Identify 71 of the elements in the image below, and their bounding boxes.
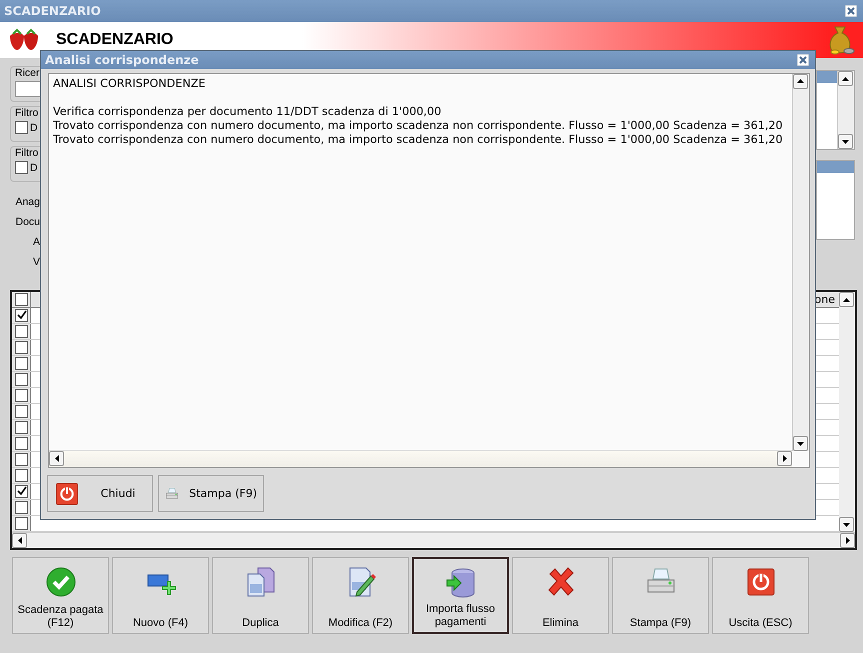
caret-left-icon [18,537,22,544]
toolbar-button[interactable]: Modifica (F2) [312,557,409,634]
checkbox[interactable] [15,161,28,174]
caret-left-icon [54,455,58,462]
report-heading: ANALISI CORRISPONDENZE [53,76,206,91]
database-arrow-icon [444,567,476,599]
toolbar-button[interactable]: Elimina [512,557,609,634]
caret-down-icon [843,522,850,526]
caret-up-icon [797,79,804,84]
checkbox[interactable] [14,293,28,306]
checkbox[interactable] [14,309,28,322]
scroll-down-button[interactable] [793,436,808,451]
close-icon[interactable] [797,54,809,66]
toolbar-button[interactable]: Scadenza pagata (F12) [12,557,109,634]
power-icon [54,480,80,506]
checkbox[interactable] [14,421,28,434]
toolbar-button[interactable]: Importa flusso pagamenti [412,557,509,634]
checkbox[interactable] [14,405,28,418]
checkbox[interactable] [14,341,28,354]
checkbox[interactable] [14,469,28,482]
field-label: A [32,236,40,248]
field-label: Anag [15,196,40,208]
scroll-right-button[interactable] [840,533,855,548]
caret-right-icon [846,537,850,544]
scroll-left-button[interactable] [12,533,27,548]
dialog-button[interactable]: Chiudi [47,475,153,512]
caret-down-icon [797,442,804,446]
checkbox[interactable] [14,373,28,386]
header-title: SCADENZARIO [56,31,174,49]
dialog-title: Analisi corrispondenze [45,52,199,67]
copy-pages-icon [244,566,276,598]
money-bag-icon [827,25,855,55]
field-label: Docu [15,216,40,228]
checkbox[interactable] [15,121,28,134]
option-label: D [30,162,38,174]
dialog-button[interactable]: Stampa (F9) [158,475,264,512]
toolbar-button[interactable]: Nuovo (F4) [112,557,209,634]
caret-up-icon [843,298,850,302]
checkbox[interactable] [14,501,28,514]
scroll-up-button[interactable] [838,71,853,86]
check-circle-icon [44,566,76,598]
checkbox[interactable] [14,357,28,370]
scroll-left-button[interactable] [49,451,64,466]
checkbox[interactable] [14,325,28,338]
checkbox[interactable] [14,453,28,466]
group-label: Ricer [15,67,40,79]
checkbox[interactable] [14,437,28,450]
scroll-right-button[interactable] [777,451,792,466]
group-label: Filtro [15,147,40,159]
scroll-up-button[interactable] [839,292,854,307]
caret-down-icon [842,140,849,144]
group-label: Filtro [15,107,40,119]
report-line: Verifica corrispondenza per documento 11/DDT scadenza di 1'000,00 [53,104,442,119]
toolbar-button[interactable]: Duplica [212,557,309,634]
toolbar-button[interactable]: Stampa (F9) [612,557,709,634]
field-label: V [32,256,40,268]
scroll-down-button[interactable] [838,134,853,149]
scroll-up-button[interactable] [793,74,808,89]
checkbox[interactable] [14,517,28,530]
checkbox[interactable] [14,485,28,498]
close-icon[interactable] [845,5,857,17]
report-line: Trovato corrispondenza con numero documento, ma importo scadenza non corrispondente. Flusso = 1'000,00 Scadenza = 361,20 [53,132,784,147]
caret-right-icon [782,455,786,462]
checkbox[interactable] [14,389,28,402]
report-line: Trovato corrispondenza con numero documento, ma importo scadenza non corrispondente. Flusso = 1'000,00 Scadenza = 361,20 [53,118,784,133]
window-title: SCADENZARIO [4,4,101,18]
option-label: D [30,122,38,134]
toolbar-button[interactable]: Uscita (ESC) [712,557,809,634]
power-icon [744,566,776,598]
scroll-down-button[interactable] [839,517,854,532]
caret-up-icon [842,76,849,80]
